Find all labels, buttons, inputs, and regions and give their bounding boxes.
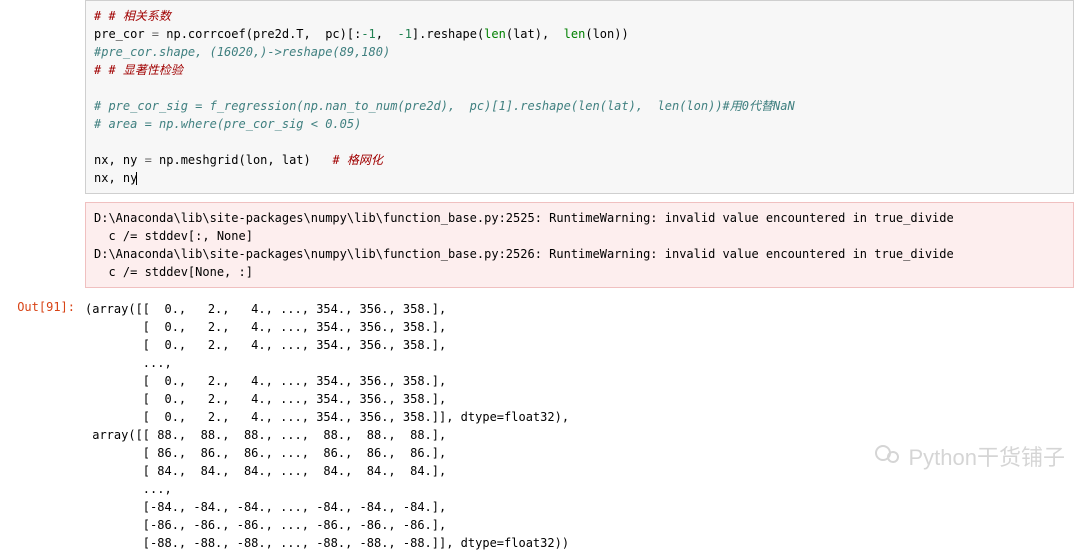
code-text: , [376,27,398,41]
code-text: nx, ny [94,153,145,167]
output-prompt: Out[91]: [17,300,75,314]
output-line: ..., [85,356,172,370]
code-num: -1 [397,27,411,41]
code-builtin: len [564,27,586,41]
output-line: [ 0., 2., 4., ..., 354., 356., 358.], [85,320,446,334]
code-comment: # # 相关系数 [94,9,171,23]
output-line: [ 84., 84., 84., ..., 84., 84., 84.], [85,464,446,478]
output-line: [-88., -88., -88., ..., -88., -88., -88.… [85,536,569,550]
code-comment: # area = np.where(pre_cor_sig < 0.05) [94,117,361,131]
code-text: pre_cor [94,27,152,41]
warning-line: D:\Anaconda\lib\site-packages\numpy\lib\… [94,211,954,225]
code-cell[interactable]: # # 相关系数 pre_cor = np.corrcoef(pre2d.T, … [85,0,1074,194]
warning-line: c /= stddev[:, None] [94,229,253,243]
code-comment: #pre_cor.shape, (16020,)->reshape(89,180… [94,45,390,59]
output-line: [-84., -84., -84., ..., -84., -84., -84.… [85,500,446,514]
warning-line: D:\Anaconda\lib\site-packages\numpy\lib\… [94,247,954,261]
code-comment: # # 显著性检验 [94,63,183,77]
output-line: ..., [85,482,172,496]
code-text: np.corrcoef(pre2d.T, pc)[: [159,27,361,41]
output-line: (array([[ 0., 2., 4., ..., 354., 356., 3… [85,302,446,316]
output-line: [-86., -86., -86., ..., -86., -86., -86.… [85,518,446,532]
execute-result: (array([[ 0., 2., 4., ..., 354., 356., 3… [85,298,1080,554]
code-text: np.meshgrid(lon, lat) [152,153,333,167]
output-line: [ 0., 2., 4., ..., 354., 356., 358.], [85,338,446,352]
warning-line: c /= stddev[None, :] [94,265,253,279]
code-comment: # pre_cor_sig = f_regression(np.nan_to_n… [94,99,795,113]
code-builtin: len [484,27,506,41]
output-line: [ 86., 86., 86., ..., 86., 86., 86.], [85,446,446,460]
code-text: (lon)) [585,27,628,41]
code-text: ].reshape( [412,27,484,41]
code-text: (lat), [506,27,564,41]
code-num: -1 [361,27,375,41]
output-line: [ 0., 2., 4., ..., 354., 356., 358.], [85,392,446,406]
code-comment: # 格网化 [332,153,382,167]
code-text: nx, ny [94,171,137,185]
stderr-output: D:\Anaconda\lib\site-packages\numpy\lib\… [85,202,1074,288]
output-line: [ 0., 2., 4., ..., 354., 356., 358.], [85,374,446,388]
output-line: array([[ 88., 88., 88., ..., 88., 88., 8… [85,428,446,442]
cursor-caret [136,172,137,185]
code-op: = [152,27,159,41]
code-op: = [145,153,152,167]
output-line: [ 0., 2., 4., ..., 354., 356., 358.]], d… [85,410,569,424]
